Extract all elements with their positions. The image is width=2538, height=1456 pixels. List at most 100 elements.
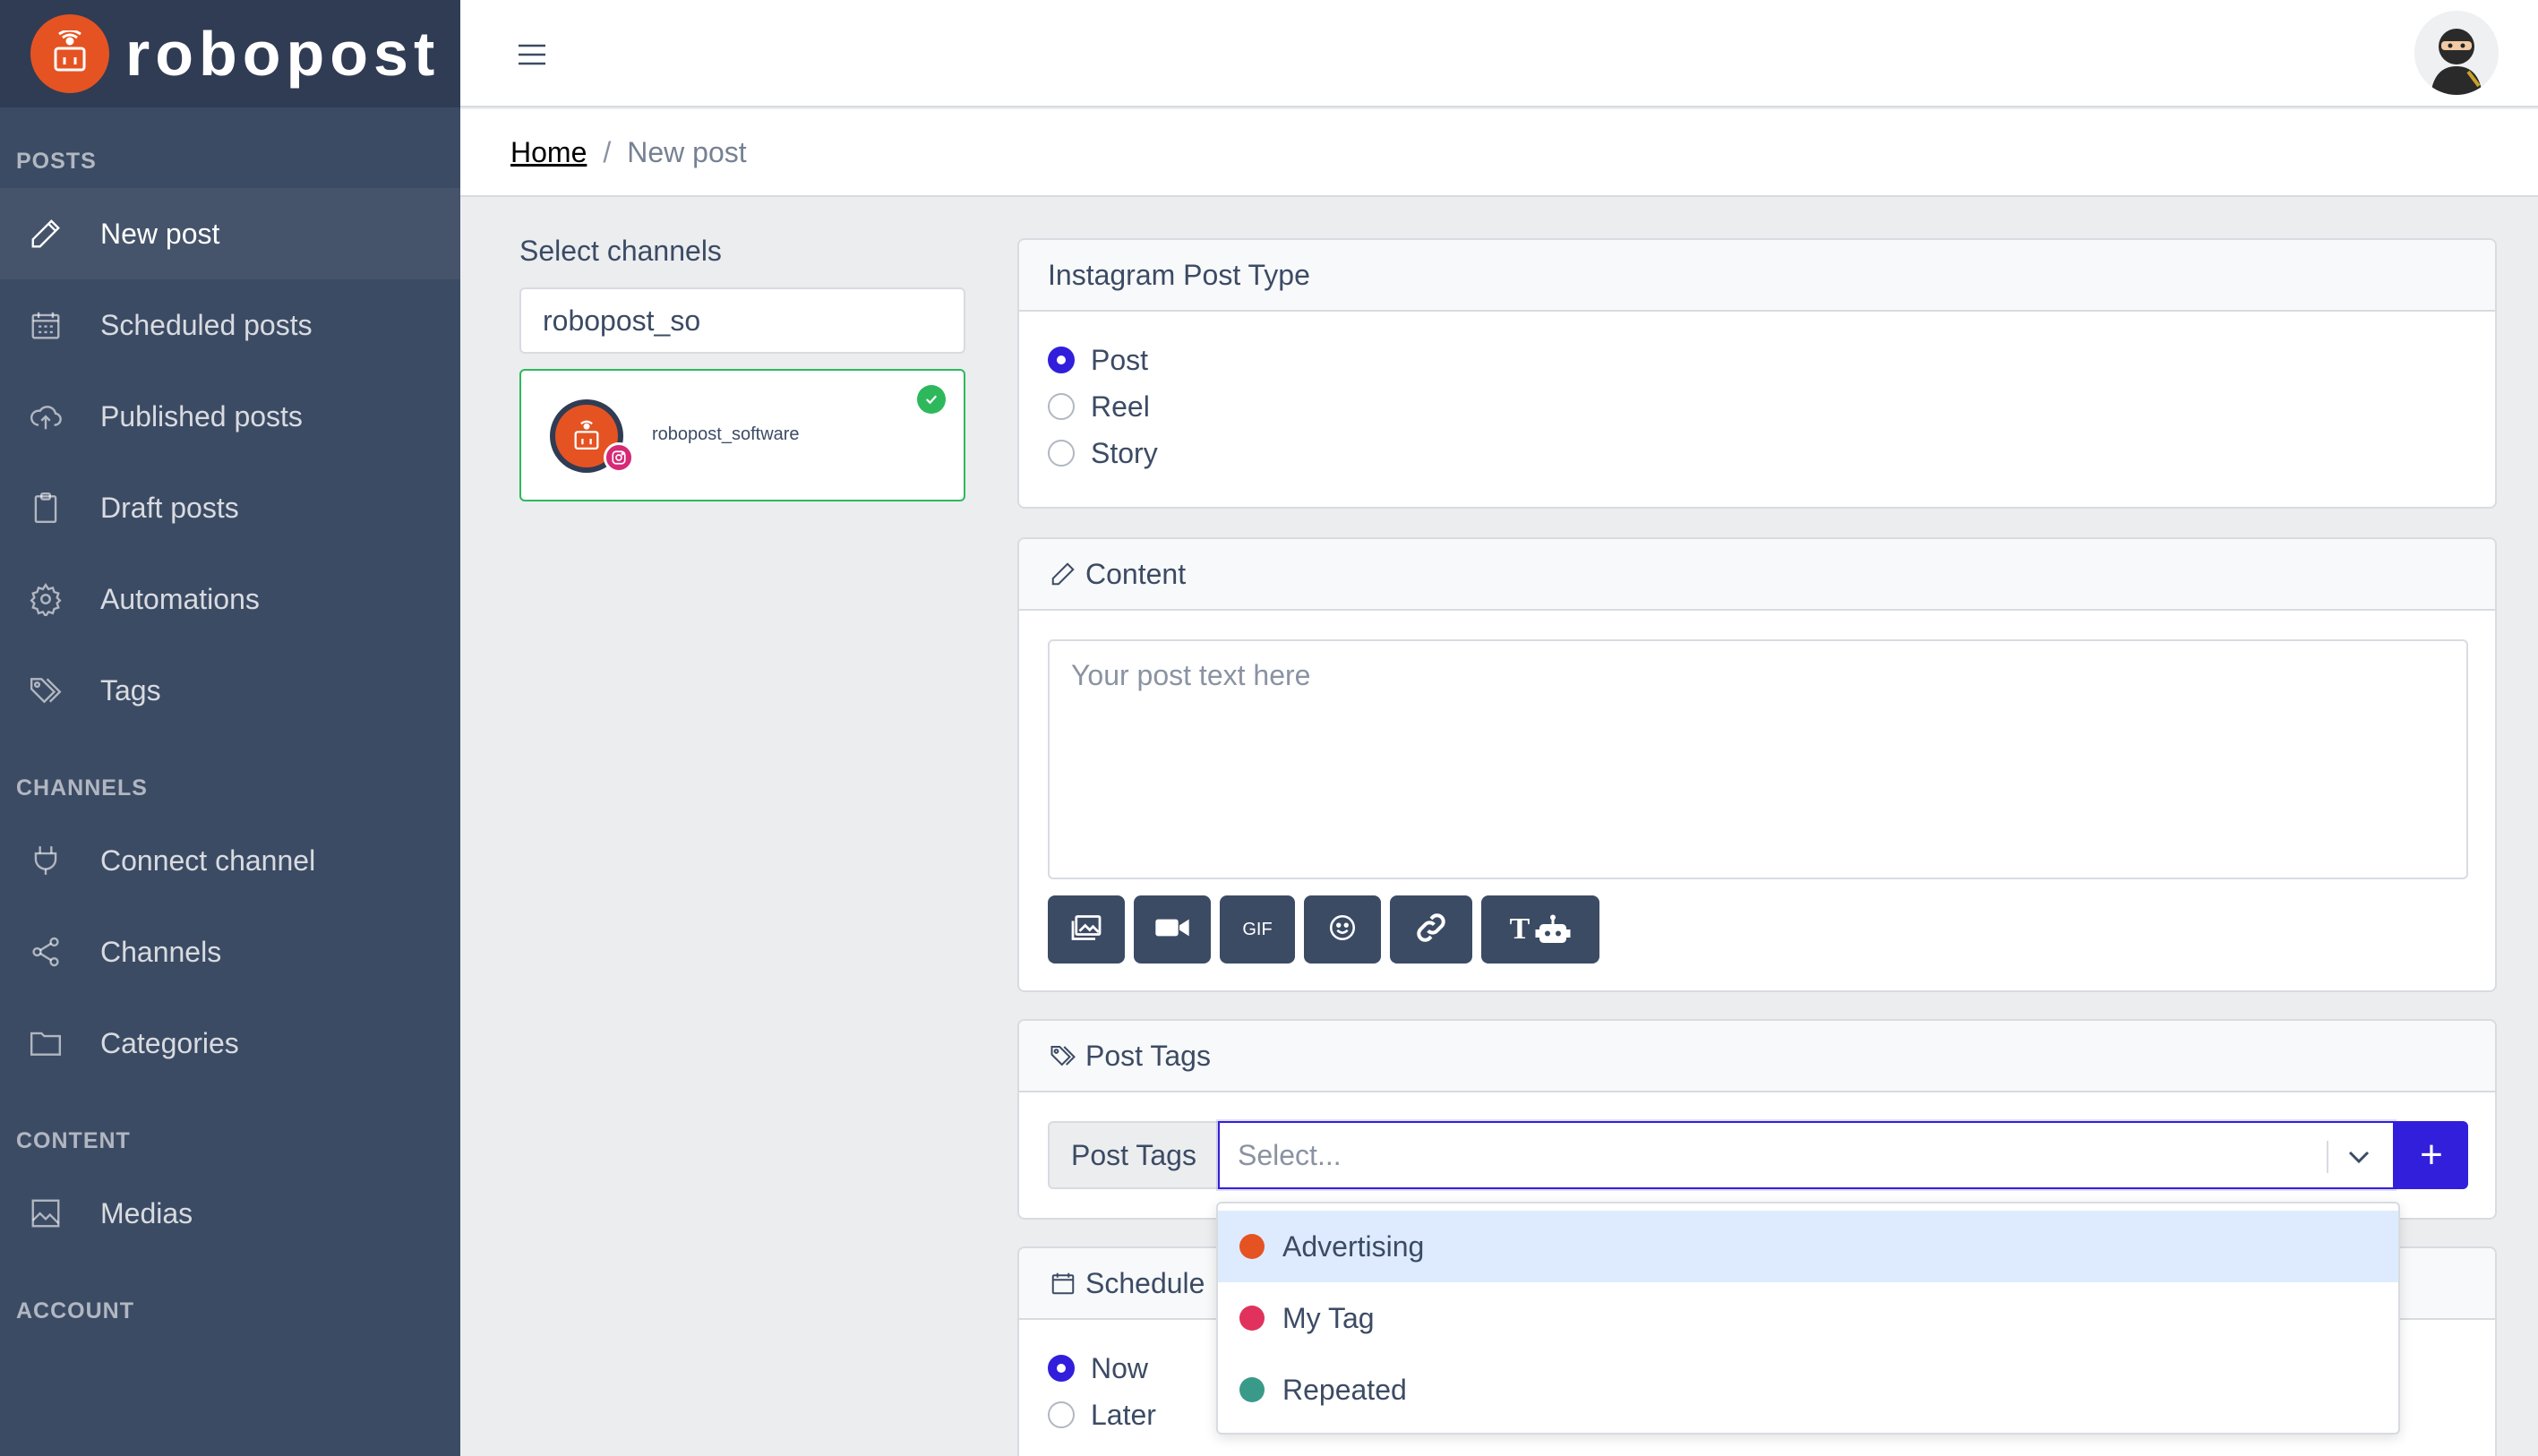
tag-option-label: Repeated xyxy=(1282,1373,1407,1406)
cloud-upload-icon xyxy=(27,398,64,435)
post-type-option-story[interactable]: Story xyxy=(1019,430,2495,476)
nav-section-content: CONTENT xyxy=(16,1127,131,1153)
channel-name: robopost_software xyxy=(652,424,800,444)
nav-section-channels: CHANNELS xyxy=(16,775,148,801)
tag-option-advertising[interactable]: Advertising xyxy=(1218,1211,2398,1282)
radio-label: Story xyxy=(1091,436,1158,469)
folder-icon xyxy=(27,1024,64,1062)
tag-option-repeated[interactable]: Repeated xyxy=(1218,1354,2398,1426)
gif-button[interactable]: GIF xyxy=(1220,895,1295,964)
tag-option-my-tag[interactable]: My Tag xyxy=(1218,1282,2398,1354)
schedule-title: Schedule xyxy=(1085,1266,1205,1299)
sidebar-item-new-post[interactable]: New post xyxy=(0,188,460,279)
image-icon xyxy=(27,1195,64,1232)
channel-search-input[interactable]: robopost_so xyxy=(519,287,965,354)
radio-label: Now xyxy=(1091,1351,1149,1384)
sidebar-item-connect-channel[interactable]: Connect channel xyxy=(0,815,460,906)
sidebar-item-categories[interactable]: Categories xyxy=(0,998,460,1089)
radio-label: Post xyxy=(1091,343,1149,376)
radio-button[interactable] xyxy=(1048,1401,1075,1428)
nav-section-account: ACCOUNT xyxy=(16,1298,134,1323)
link-button[interactable] xyxy=(1390,895,1472,964)
sidebar-item-label: Draft posts xyxy=(100,491,239,524)
content-toolbar: GIF T xyxy=(1048,895,1608,964)
tag-color-dot xyxy=(1239,1306,1265,1331)
post-type-option-post[interactable]: Post xyxy=(1019,337,2495,383)
channel-card[interactable]: robopost_software xyxy=(519,369,965,501)
content-title: Content xyxy=(1085,557,1187,590)
video-upload-button[interactable] xyxy=(1134,895,1211,964)
post-tags-label: Post Tags xyxy=(1048,1121,1218,1189)
tags-icon xyxy=(1048,1041,1078,1071)
content-card: Content Your post text here GIF T xyxy=(1017,537,2497,992)
sidebar-item-label: Published posts xyxy=(100,399,303,433)
breadcrumb: Home / New post xyxy=(460,109,2538,197)
post-text-area[interactable]: Your post text here xyxy=(1048,639,2468,879)
sidebar-item-label: Automations xyxy=(100,582,260,615)
chevron-down-icon[interactable] xyxy=(2341,1139,2377,1175)
select-channels-title: Select channels xyxy=(519,235,722,267)
breadcrumb-current: New post xyxy=(627,135,747,168)
sidebar-item-label: Connect channel xyxy=(100,844,316,877)
emoji-icon xyxy=(1327,912,1358,947)
post-type-option-reel[interactable]: Reel xyxy=(1019,383,2495,430)
post-tags-select[interactable]: Select... xyxy=(1218,1121,2395,1189)
radio-button[interactable] xyxy=(1048,1355,1075,1382)
add-tag-button[interactable]: + xyxy=(2395,1121,2468,1189)
sidebar-item-label: Channels xyxy=(100,935,222,968)
hamburger-menu-icon[interactable] xyxy=(505,32,559,77)
ai-text-button[interactable]: T xyxy=(1481,895,1599,964)
instagram-icon xyxy=(604,442,634,473)
sidebar-item-medias[interactable]: Medias xyxy=(0,1168,460,1259)
sidebar-item-draft-posts[interactable]: Draft posts xyxy=(0,462,460,553)
gear-icon xyxy=(27,580,64,618)
tag-color-dot xyxy=(1239,1234,1265,1259)
post-tags-header: Post Tags xyxy=(1019,1021,2495,1092)
sidebar-item-published-posts[interactable]: Published posts xyxy=(0,371,460,462)
sidebar-item-label: Medias xyxy=(100,1196,193,1229)
select-divider xyxy=(2327,1141,2328,1173)
emoji-button[interactable] xyxy=(1304,895,1381,964)
ai-text-label: T xyxy=(1509,912,1531,946)
sidebar-item-label: Categories xyxy=(100,1026,239,1059)
sidebar-item-automations[interactable]: Automations xyxy=(0,553,460,645)
link-icon xyxy=(1413,910,1449,950)
tag-option-label: My Tag xyxy=(1282,1301,1375,1334)
post-tags-input-group: Post Tags Select... + xyxy=(1048,1121,2468,1189)
tag-color-dot xyxy=(1239,1377,1265,1402)
sidebar-item-scheduled-posts[interactable]: Scheduled posts xyxy=(0,279,460,371)
breadcrumb-home-link[interactable]: Home xyxy=(510,136,587,169)
radio-label: Later xyxy=(1091,1398,1156,1431)
tags-icon xyxy=(27,672,64,709)
user-avatar[interactable] xyxy=(2414,11,2499,95)
image-upload-icon xyxy=(1070,914,1102,946)
tags-dropdown-menu: Advertising My Tag Repeated xyxy=(1216,1202,2400,1435)
post-type-title: Instagram Post Type xyxy=(1048,258,1310,291)
radio-button[interactable] xyxy=(1048,347,1075,373)
post-type-card: Instagram Post Type Post Reel Story xyxy=(1017,238,2497,509)
robot-logo-icon xyxy=(30,14,109,93)
sidebar-item-tags[interactable]: Tags xyxy=(0,645,460,736)
top-header xyxy=(460,0,2538,107)
pencil-icon xyxy=(1048,559,1078,589)
video-icon xyxy=(1154,915,1190,945)
image-upload-button[interactable] xyxy=(1048,895,1125,964)
calendar-icon xyxy=(27,306,64,344)
content-header: Content xyxy=(1019,539,2495,611)
post-type-header: Instagram Post Type xyxy=(1019,240,2495,312)
check-circle-icon xyxy=(917,385,946,414)
radio-label: Reel xyxy=(1091,390,1150,423)
post-tags-card: Post Tags Post Tags Select... + xyxy=(1017,1019,2497,1220)
pencil-icon xyxy=(27,215,64,253)
breadcrumb-separator: / xyxy=(603,135,612,168)
brand[interactable]: robopost xyxy=(0,0,460,107)
clipboard-icon xyxy=(27,489,64,527)
sidebar-item-label: New post xyxy=(100,217,220,250)
sidebar-item-label: Tags xyxy=(100,673,161,707)
nav-section-posts: POSTS xyxy=(16,148,97,174)
sidebar-item-channels[interactable]: Channels xyxy=(0,906,460,998)
gif-icon: GIF xyxy=(1242,919,1273,939)
radio-button[interactable] xyxy=(1048,440,1075,467)
ai-text-icon: T xyxy=(1510,912,1572,946)
radio-button[interactable] xyxy=(1048,393,1075,420)
